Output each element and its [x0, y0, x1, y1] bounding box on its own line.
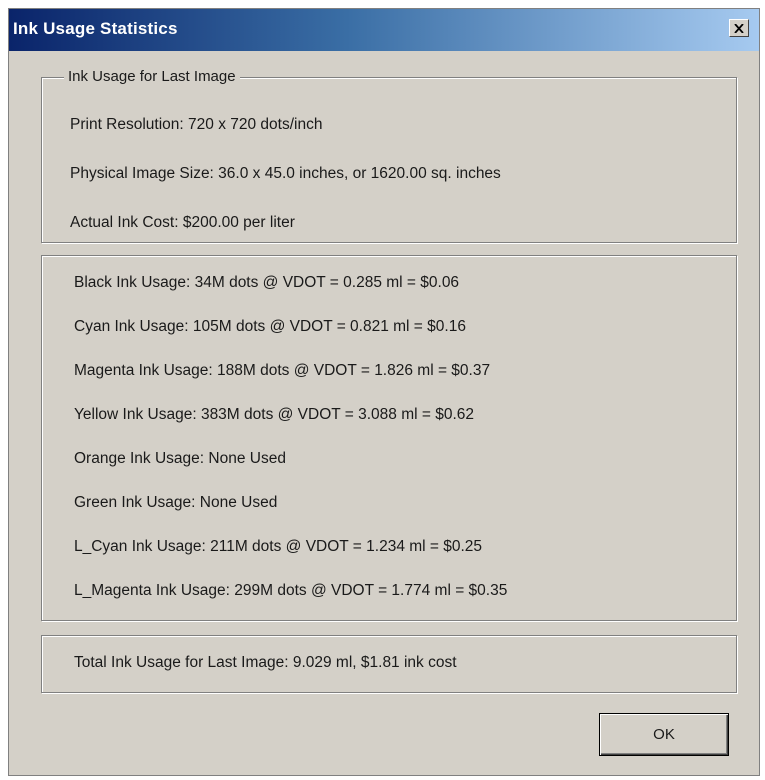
ink-usage-line-light-cyan: L_Cyan Ink Usage: 211M dots @ VDOT = 1.2…: [74, 538, 483, 555]
total-usage-text: Total Ink Usage for Last Image: 9.029 ml…: [74, 654, 457, 671]
ink-usage-line-orange: Orange Ink Usage: None Used: [74, 450, 286, 467]
ink-usage-line-magenta: Magenta Ink Usage: 188M dots @ VDOT = 1.…: [74, 362, 491, 379]
ink-usage-line-green: Green Ink Usage: None Used: [74, 494, 278, 511]
ink-cost-text: Actual Ink Cost: $200.00 per liter: [70, 214, 295, 231]
last-image-groupbox: Ink Usage for Last Image Print Resolutio…: [41, 68, 737, 243]
ink-usage-line-cyan: Cyan Ink Usage: 105M dots @ VDOT = 0.821…: [74, 318, 466, 335]
ink-usage-dialog: Ink Usage Statistics Ink Usage for Last …: [8, 8, 760, 776]
ink-usage-groupbox: Black Ink Usage: 34M dots @ VDOT = 0.285…: [41, 255, 737, 621]
last-image-legend: Ink Usage for Last Image: [64, 68, 240, 85]
title-bar[interactable]: Ink Usage Statistics: [9, 9, 759, 51]
ink-usage-line-yellow: Yellow Ink Usage: 383M dots @ VDOT = 3.0…: [74, 406, 475, 423]
window-title: Ink Usage Statistics: [13, 19, 178, 38]
physical-size-text: Physical Image Size: 36.0 x 45.0 inches,…: [70, 165, 501, 182]
print-resolution-text: Print Resolution: 720 x 720 dots/inch: [70, 116, 323, 133]
close-icon: [734, 23, 744, 33]
ink-usage-line-light-magenta: L_Magenta Ink Usage: 299M dots @ VDOT = …: [74, 582, 508, 599]
ink-usage-line-black: Black Ink Usage: 34M dots @ VDOT = 0.285…: [74, 274, 460, 291]
close-button[interactable]: [729, 19, 749, 37]
ok-button[interactable]: OK: [599, 713, 729, 756]
total-groupbox: Total Ink Usage for Last Image: 9.029 ml…: [41, 635, 737, 693]
